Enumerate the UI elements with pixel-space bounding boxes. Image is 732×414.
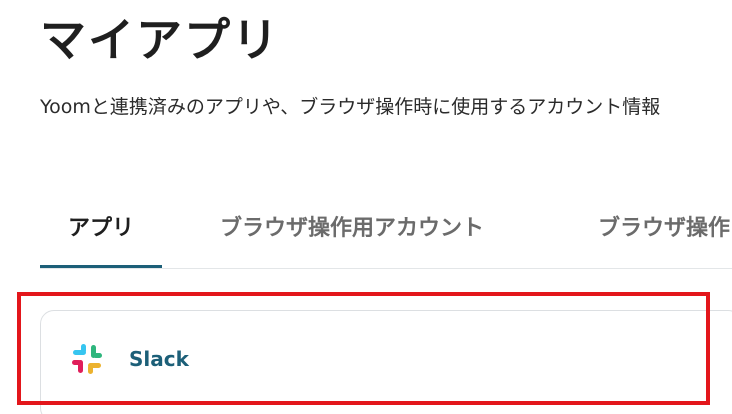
tab-browser-operation[interactable]: ブラウザ操作 [598, 210, 730, 242]
my-apps-page: マイアプリ Yoomと連携済みのアプリや、ブラウザ操作時に使用するアカウント情報… [0, 0, 732, 414]
tab-apps[interactable]: アプリ [68, 210, 134, 242]
tab-browser-accounts[interactable]: ブラウザ操作用アカウント [220, 210, 484, 242]
active-tab-indicator [40, 265, 162, 268]
page-description: Yoomと連携済みのアプリや、ブラウザ操作時に使用するアカウント情報 [40, 96, 661, 118]
highlight-annotation-box [17, 292, 710, 405]
page-title: マイアプリ [40, 13, 280, 67]
tab-bar: アプリ ブラウザ操作用アカウント ブラウザ操作 [40, 192, 732, 269]
